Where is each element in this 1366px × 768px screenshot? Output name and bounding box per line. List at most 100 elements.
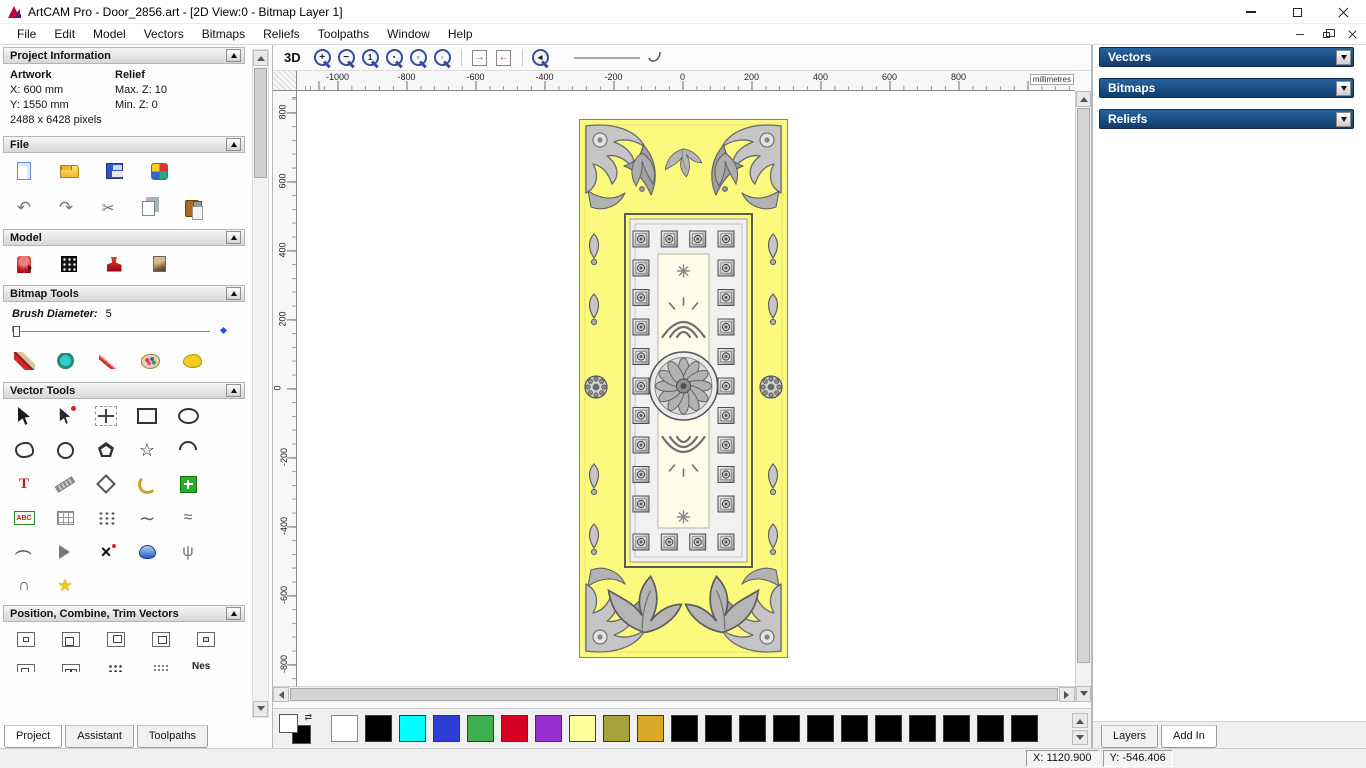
scatter-dots-icon[interactable] (147, 658, 175, 672)
slider-thumb[interactable] (13, 326, 20, 337)
trim-vectors-icon[interactable] (92, 539, 120, 565)
expand-button[interactable] (1336, 80, 1351, 96)
horizontal-scrollbar[interactable] (273, 686, 1075, 702)
transform-vectors-icon[interactable] (92, 403, 120, 429)
create-arc-icon[interactable] (174, 437, 202, 463)
vectors-section-header[interactable]: Vectors (1099, 47, 1354, 67)
menu-toolpaths[interactable]: Toolpaths (309, 25, 378, 43)
close-vector-icon[interactable] (10, 573, 38, 599)
palette-swatch-0[interactable] (331, 715, 358, 742)
create-star-icon[interactable] (133, 437, 161, 463)
palette-swatch-19[interactable] (977, 715, 1004, 742)
palette-swatch-2[interactable] (399, 715, 426, 742)
menu-window[interactable]: Window (378, 25, 439, 43)
palette-scroll-up-button[interactable] (1072, 713, 1088, 728)
stamp-tool-icon[interactable] (100, 251, 128, 277)
scroll-up-button[interactable] (1076, 91, 1091, 107)
create-text-icon[interactable] (10, 471, 38, 497)
stack-dots-icon[interactable] (102, 658, 130, 672)
node-editing-icon[interactable] (51, 403, 79, 429)
ruler-units[interactable]: millimetres (1029, 74, 1074, 85)
vector-doctor-icon[interactable] (51, 539, 79, 565)
menu-vectors[interactable]: Vectors (135, 25, 193, 43)
interactive-distort-icon[interactable] (133, 539, 161, 565)
close-button[interactable] (1320, 0, 1366, 24)
fillet-tool-icon[interactable] (133, 471, 161, 497)
minimize-button[interactable] (1228, 0, 1274, 24)
menu-reliefs[interactable]: Reliefs (254, 25, 309, 43)
palette-swatch-6[interactable] (535, 715, 562, 742)
palette-swatch-16[interactable] (875, 715, 902, 742)
foreground-colour-chip[interactable] (279, 714, 298, 733)
scroll-down-button[interactable] (1076, 686, 1091, 702)
paint-selected-icon[interactable] (178, 348, 206, 374)
menu-file[interactable]: File (8, 25, 45, 43)
panel-scrollbar[interactable] (252, 49, 269, 718)
zoom-previous-icon[interactable] (529, 47, 553, 69)
scroll-down-button[interactable] (253, 701, 268, 717)
align-spread-icon[interactable] (57, 658, 85, 672)
left-tab-project[interactable]: Project (4, 725, 63, 748)
nesting-dots-icon[interactable] (92, 505, 120, 531)
redo-icon[interactable] (52, 195, 80, 221)
relief-clipart-icon[interactable] (10, 251, 38, 277)
left-tab-toolpaths[interactable]: Toolpaths (136, 725, 208, 748)
zoom-out-icon[interactable] (335, 47, 359, 69)
menu-help[interactable]: Help (439, 25, 482, 43)
right-tab-layers[interactable]: Layers (1101, 725, 1159, 748)
create-polygon-icon[interactable] (92, 437, 120, 463)
snap-left-icon[interactable] (492, 47, 516, 69)
palette-swatch-9[interactable] (637, 715, 664, 742)
undo-icon[interactable] (10, 195, 38, 221)
palette-swatch-14[interactable] (807, 715, 834, 742)
palette-swatch-17[interactable] (909, 715, 936, 742)
collapse-button[interactable] (226, 607, 241, 620)
sculpt-star-icon[interactable] (51, 573, 79, 599)
block-paste-icon[interactable] (174, 471, 202, 497)
palette-swatch-7[interactable] (569, 715, 596, 742)
zoom-objects-icon[interactable] (383, 47, 407, 69)
copy-icon[interactable] (136, 195, 164, 221)
palette-swatch-13[interactable] (773, 715, 800, 742)
fit-curve-icon[interactable] (133, 505, 161, 531)
scrollbar-thumb[interactable] (1077, 108, 1090, 663)
align-left-edge-icon[interactable] (57, 626, 85, 652)
paste-icon[interactable] (178, 195, 206, 221)
align-bottom-edge-icon[interactable] (147, 626, 175, 652)
palette-swatch-12[interactable] (739, 715, 766, 742)
snap-right-icon[interactable] (468, 47, 492, 69)
zoom-window-icon[interactable] (407, 47, 431, 69)
scroll-left-button[interactable] (273, 687, 289, 702)
palette-swatch-5[interactable] (501, 715, 528, 742)
menu-edit[interactable]: Edit (45, 25, 84, 43)
maximize-button[interactable] (1274, 0, 1320, 24)
scrollbar-thumb[interactable] (254, 68, 267, 178)
right-tab-add-in[interactable]: Add In (1161, 725, 1217, 748)
create-circle-icon[interactable] (51, 437, 79, 463)
palette-swatch-10[interactable] (671, 715, 698, 742)
palette-swatch-1[interactable] (365, 715, 392, 742)
collapse-button[interactable] (226, 231, 241, 244)
palette-swatch-4[interactable] (467, 715, 494, 742)
expand-button[interactable] (1336, 49, 1351, 65)
free-shape-icon[interactable] (10, 437, 38, 463)
align-centers-icon[interactable] (192, 626, 220, 652)
load-image-icon[interactable] (145, 251, 173, 277)
flood-fill-icon[interactable] (52, 348, 80, 374)
palette-scroll-down-button[interactable] (1072, 730, 1088, 745)
collapse-button[interactable] (226, 384, 241, 397)
center-in-page-icon[interactable] (12, 626, 40, 652)
zoom-in-icon[interactable] (311, 47, 335, 69)
vertical-scrollbar[interactable] (1075, 91, 1091, 702)
brush-diameter-slider[interactable] (12, 323, 210, 339)
swap-colours-icon[interactable]: ⇄ (304, 712, 312, 723)
menu-bitmaps[interactable]: Bitmaps (193, 25, 254, 43)
bitmaps-section-header[interactable]: Bitmaps (1099, 78, 1354, 98)
palette-swatch-20[interactable] (1011, 715, 1038, 742)
scroll-up-button[interactable] (253, 50, 268, 66)
door-artwork[interactable] (579, 119, 788, 658)
zoom-drawing-icon[interactable] (431, 47, 455, 69)
palette-swatch-15[interactable] (841, 715, 868, 742)
scrollbar-thumb[interactable] (290, 688, 1058, 701)
open-file-icon[interactable] (55, 158, 83, 184)
